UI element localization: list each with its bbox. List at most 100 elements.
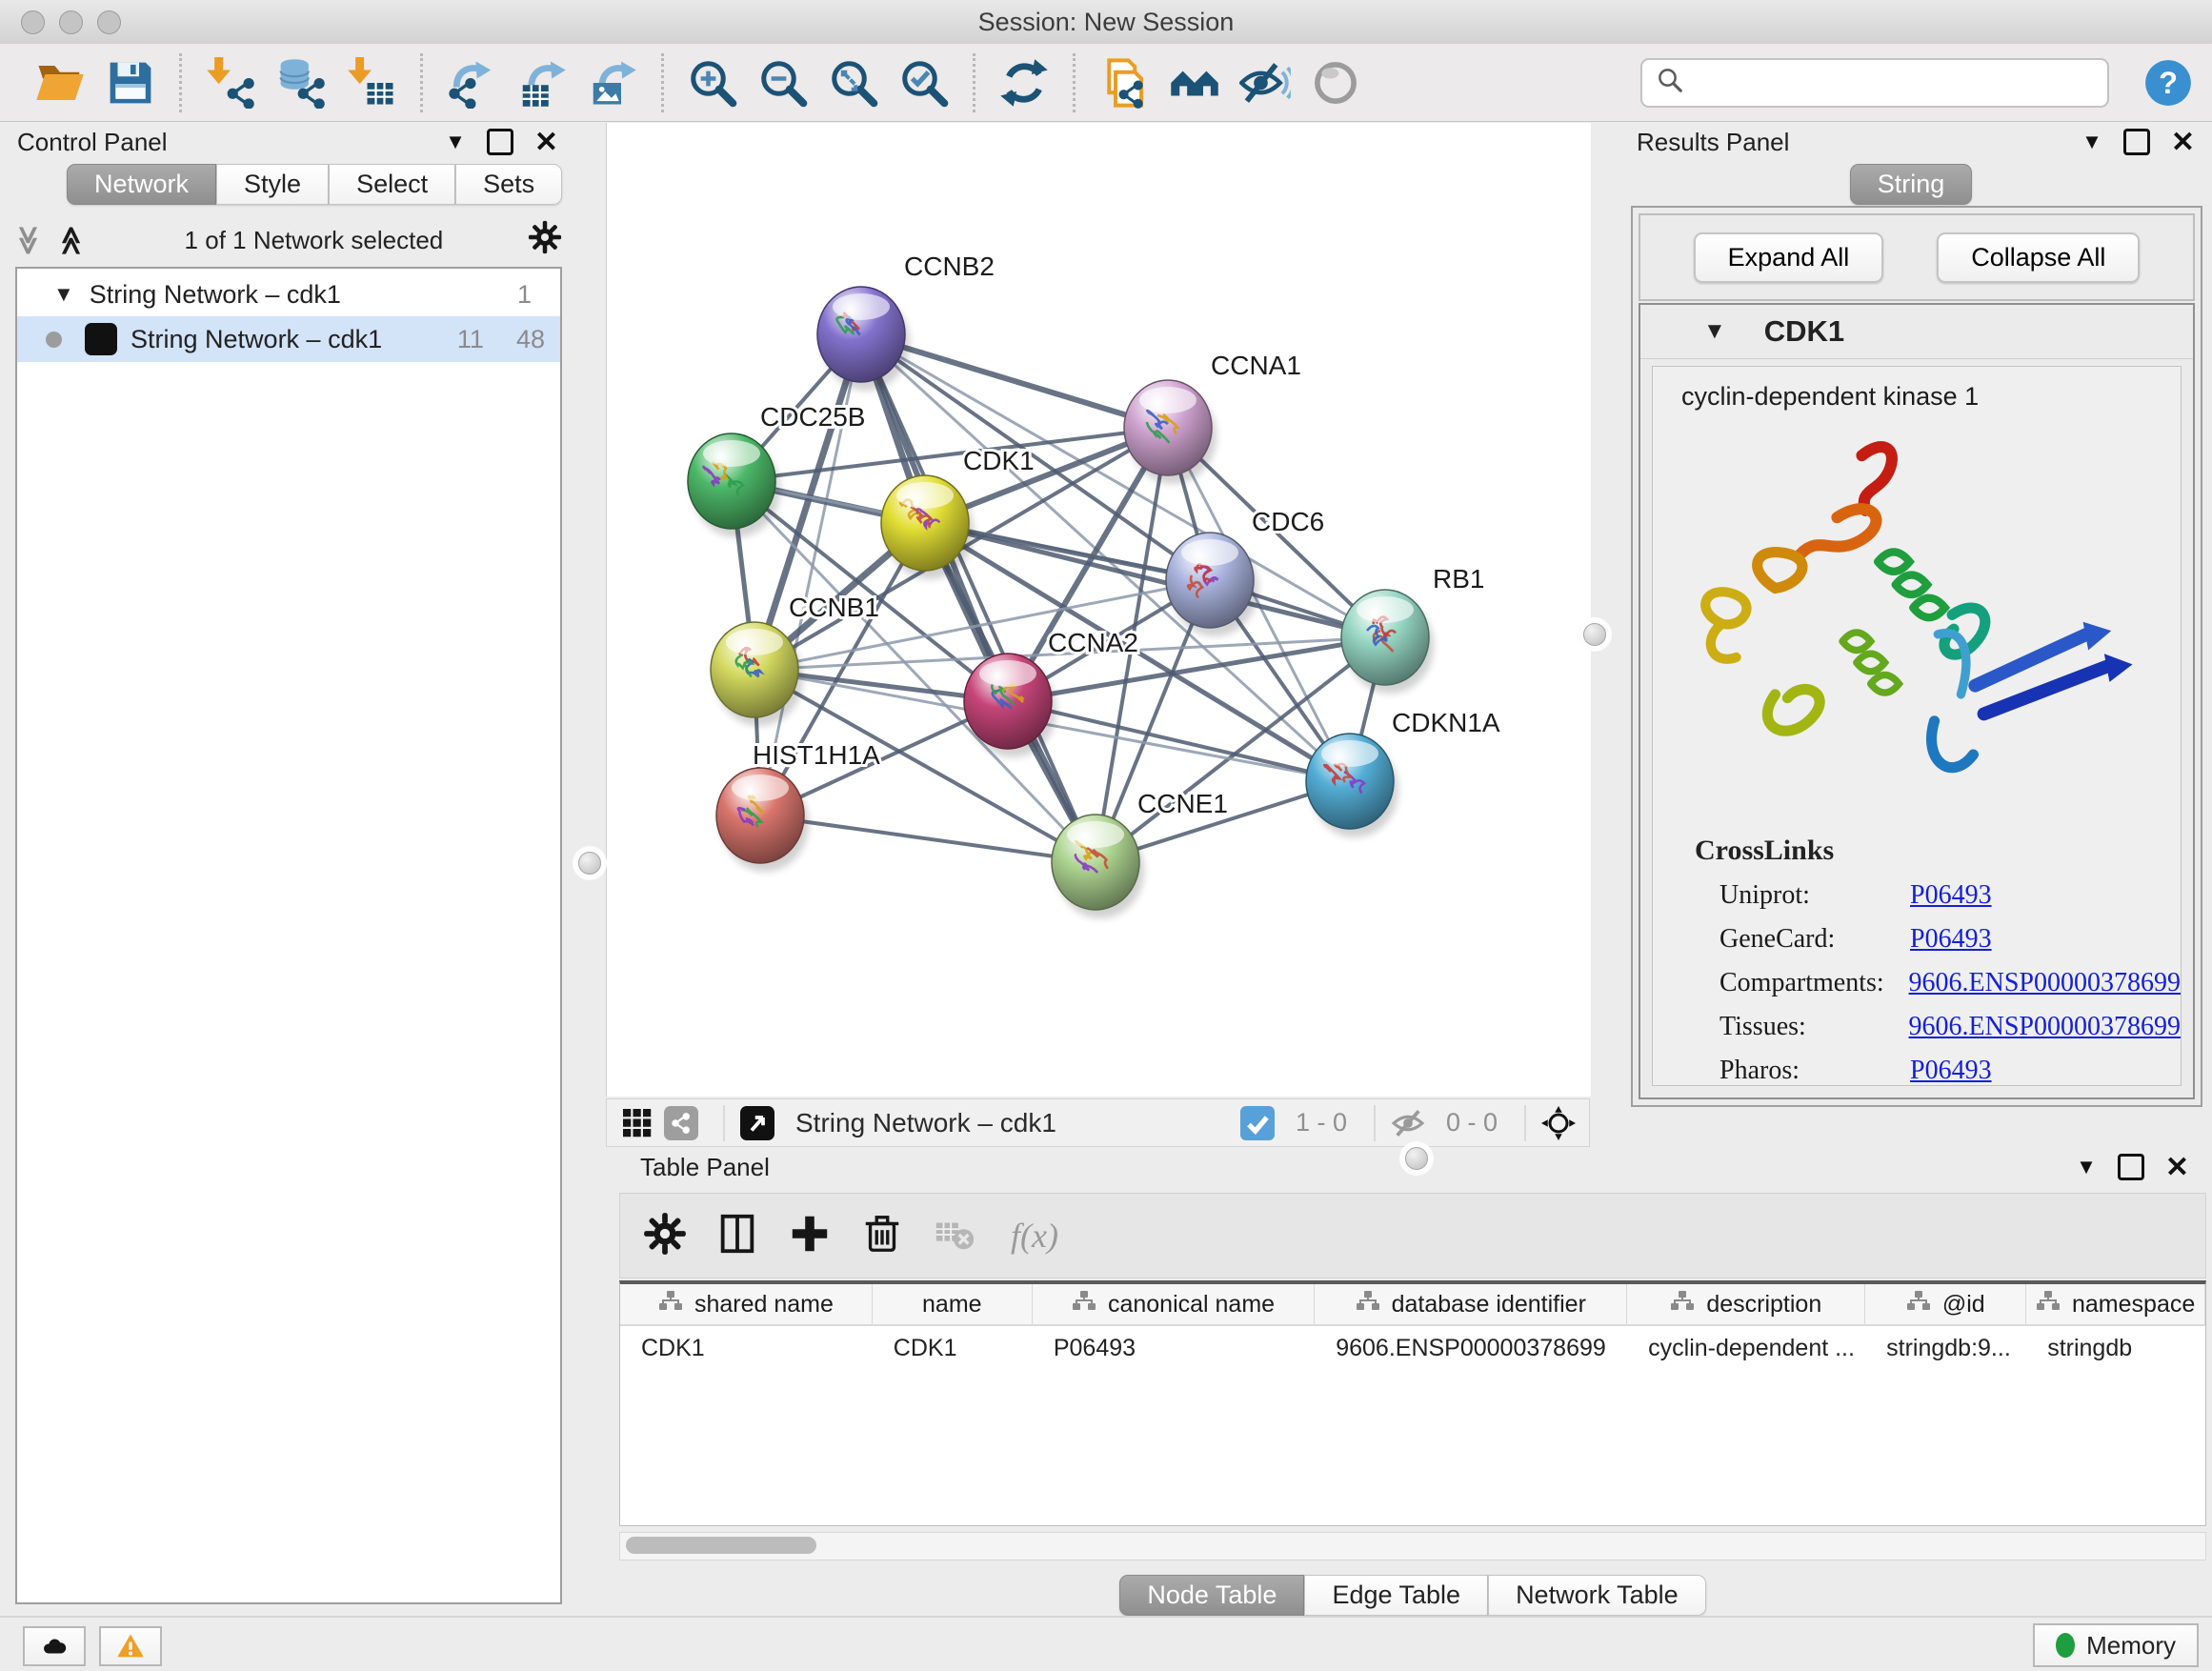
warning-icon[interactable]: [99, 1626, 162, 1666]
scrollbar-thumb[interactable]: [626, 1537, 816, 1554]
column-header-namespace[interactable]: namespace: [2026, 1284, 2205, 1324]
panel-close-icon[interactable]: ✕: [534, 126, 558, 159]
zoom-out-icon[interactable]: [748, 50, 818, 116]
crosslink-link[interactable]: P06493: [1910, 880, 1992, 911]
expand-all-button[interactable]: Expand All: [1694, 232, 1884, 283]
left-splitter-handle[interactable]: [578, 852, 601, 875]
collapse-triangle-icon[interactable]: ▼: [53, 282, 74, 307]
export-table-icon[interactable]: [507, 50, 577, 116]
column-header-shared-name[interactable]: shared name: [620, 1284, 873, 1324]
duplicate-network-icon[interactable]: [1089, 50, 1159, 116]
crosslink-link[interactable]: 9606.ENSP00000378699: [1909, 1012, 2181, 1042]
table-gear-icon[interactable]: [643, 1212, 687, 1260]
string-network-icon: [85, 323, 117, 355]
crosslink-link[interactable]: P06493: [1910, 1056, 1992, 1086]
collapse-triangle-icon[interactable]: ▼: [1703, 318, 1726, 345]
panel-maximize-icon[interactable]: [487, 129, 513, 155]
export-image-icon[interactable]: [577, 50, 648, 116]
zoom-in-icon[interactable]: [677, 50, 748, 116]
table-cell[interactable]: CDK1: [873, 1326, 1033, 1370]
tab-string[interactable]: String: [1850, 164, 1973, 205]
table-toolbar: f(x): [619, 1193, 2206, 1278]
search-input[interactable]: [1684, 67, 2094, 98]
function-builder-icon: f(x): [1011, 1216, 1058, 1256]
delete-columns-icon[interactable]: [860, 1212, 904, 1260]
title-bar: Session: New Session: [0, 0, 2212, 45]
network-node-CDKN1A[interactable]: CDKN1A: [1306, 708, 1500, 837]
memory-button[interactable]: Memory: [2033, 1623, 2199, 1667]
crosslink-link[interactable]: P06493: [1910, 924, 1992, 955]
hide-selected-icon[interactable]: [1230, 50, 1300, 116]
collapse-all-button[interactable]: Collapse All: [1937, 232, 2140, 283]
open-file-icon[interactable]: [25, 50, 95, 116]
network-collection-row[interactable]: ▼ String Network – cdk1 1: [17, 272, 560, 316]
panel-float-icon[interactable]: ▼: [2076, 1155, 2097, 1179]
import-network-file-icon[interactable]: [195, 50, 266, 116]
column-header-database-identifier[interactable]: database identifier: [1315, 1284, 1627, 1324]
panel-float-icon[interactable]: ▼: [2081, 130, 2102, 154]
svg-text:?: ?: [2159, 65, 2178, 99]
gene-header[interactable]: ▼ CDK1: [1640, 305, 2193, 359]
network-options-gear-icon[interactable]: [528, 220, 562, 261]
tab-style[interactable]: Style: [216, 164, 329, 205]
import-table-file-icon[interactable]: [336, 50, 407, 116]
expand-all-icon[interactable]: ≫: [55, 225, 89, 254]
refresh-icon[interactable]: [989, 50, 1059, 116]
column-header-label: description: [1706, 1291, 1821, 1319]
tab-sets[interactable]: Sets: [455, 164, 562, 205]
table-cell[interactable]: P06493: [1033, 1326, 1315, 1370]
panel-maximize-icon[interactable]: [2123, 129, 2150, 155]
network-canvas[interactable]: CCNB2 CCNA1 CDC25B CDK1 CDC6: [606, 123, 1592, 1097]
tab-network[interactable]: Network: [67, 164, 216, 205]
control-panel: Control Panel ▼ ✕ NetworkStyleSelectSets…: [0, 122, 575, 1618]
panel-close-icon[interactable]: ✕: [2171, 126, 2195, 159]
collapse-all-icon[interactable]: ≫: [11, 225, 45, 254]
detach-view-icon[interactable]: [740, 1106, 774, 1140]
table-cell[interactable]: stringdb:9...: [1865, 1326, 2026, 1370]
column-header-name[interactable]: name: [873, 1284, 1033, 1324]
column-header-@id[interactable]: @id: [1865, 1284, 2026, 1324]
panel-close-icon[interactable]: ✕: [2165, 1151, 2189, 1184]
help-icon[interactable]: ?: [2143, 58, 2193, 108]
cloud-icon[interactable]: [23, 1626, 86, 1666]
crosshair-icon[interactable]: [1541, 1106, 1576, 1140]
right-splitter-handle[interactable]: [1583, 623, 1606, 646]
gene-symbol: CDK1: [1764, 314, 1844, 349]
table-hscrollbar[interactable]: [619, 1532, 2206, 1560]
tab-select[interactable]: Select: [329, 164, 455, 205]
network-node-CCNB1[interactable]: CCNB1: [711, 593, 879, 726]
zoom-selected-icon[interactable]: [889, 50, 959, 116]
export-network-icon[interactable]: [436, 50, 507, 116]
first-neighbors-icon[interactable]: [1159, 50, 1230, 116]
network-node-CCNE1[interactable]: CCNE1: [1052, 789, 1228, 918]
network-node-CCNA1[interactable]: CCNA1: [1124, 351, 1301, 484]
hidden-eye-icon: [1391, 1106, 1425, 1140]
tab-node-table[interactable]: Node Table: [1119, 1575, 1304, 1616]
save-session-icon[interactable]: [95, 50, 166, 116]
show-all-icon[interactable]: [1300, 50, 1371, 116]
zoom-fit-icon[interactable]: [818, 50, 889, 116]
birdseye-view-icon[interactable]: [620, 1106, 654, 1140]
search-icon: [1656, 66, 1684, 99]
network-node-HIST1H1A[interactable]: HIST1H1A: [716, 740, 880, 872]
panel-float-icon[interactable]: ▼: [445, 130, 466, 154]
horizontal-splitter-handle[interactable]: [1405, 1147, 1428, 1170]
search-box[interactable]: [1640, 58, 2109, 108]
crosslink-link[interactable]: 9606.ENSP00000378699: [1909, 968, 2181, 998]
share-network-icon[interactable]: [664, 1106, 698, 1140]
show-columns-icon[interactable]: [715, 1212, 759, 1260]
network-tree-row[interactable]: String Network – cdk1 1148: [17, 316, 560, 362]
panel-maximize-icon[interactable]: [2118, 1154, 2144, 1180]
table-cell[interactable]: cyclin-dependent ...: [1627, 1326, 1865, 1370]
selected-checkbox-icon[interactable]: [1240, 1106, 1275, 1140]
column-header-canonical-name[interactable]: canonical name: [1033, 1284, 1315, 1324]
table-cell[interactable]: 9606.ENSP00000378699: [1315, 1326, 1627, 1370]
network-node-RB1[interactable]: RB1: [1341, 564, 1484, 694]
import-network-database-icon[interactable]: [266, 50, 336, 116]
tab-network-table[interactable]: Network Table: [1488, 1575, 1706, 1616]
table-cell[interactable]: stringdb: [2026, 1326, 2205, 1370]
column-header-description[interactable]: description: [1627, 1284, 1865, 1324]
create-column-icon[interactable]: [788, 1212, 832, 1260]
tab-edge-table[interactable]: Edge Table: [1304, 1575, 1488, 1616]
table-cell[interactable]: CDK1: [620, 1326, 873, 1370]
